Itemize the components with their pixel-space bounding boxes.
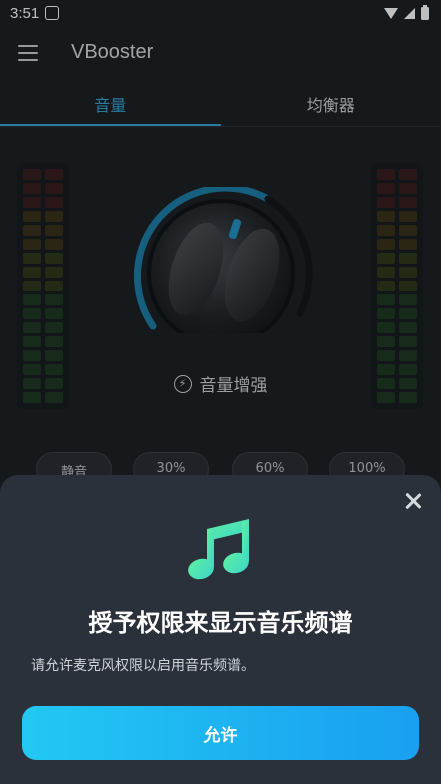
sheet-title: 授予权限来显示音乐频谱 bbox=[88, 609, 353, 637]
music-note-icon bbox=[187, 515, 255, 583]
close-icon[interactable] bbox=[403, 491, 423, 511]
sheet-description: 请允许麦克风权限以启用音乐频谱。 bbox=[31, 658, 255, 674]
permission-sheet: 授予权限来显示音乐频谱 请允许麦克风权限以启用音乐频谱。 允许 bbox=[0, 475, 441, 784]
allow-button[interactable]: 允许 bbox=[22, 706, 419, 760]
